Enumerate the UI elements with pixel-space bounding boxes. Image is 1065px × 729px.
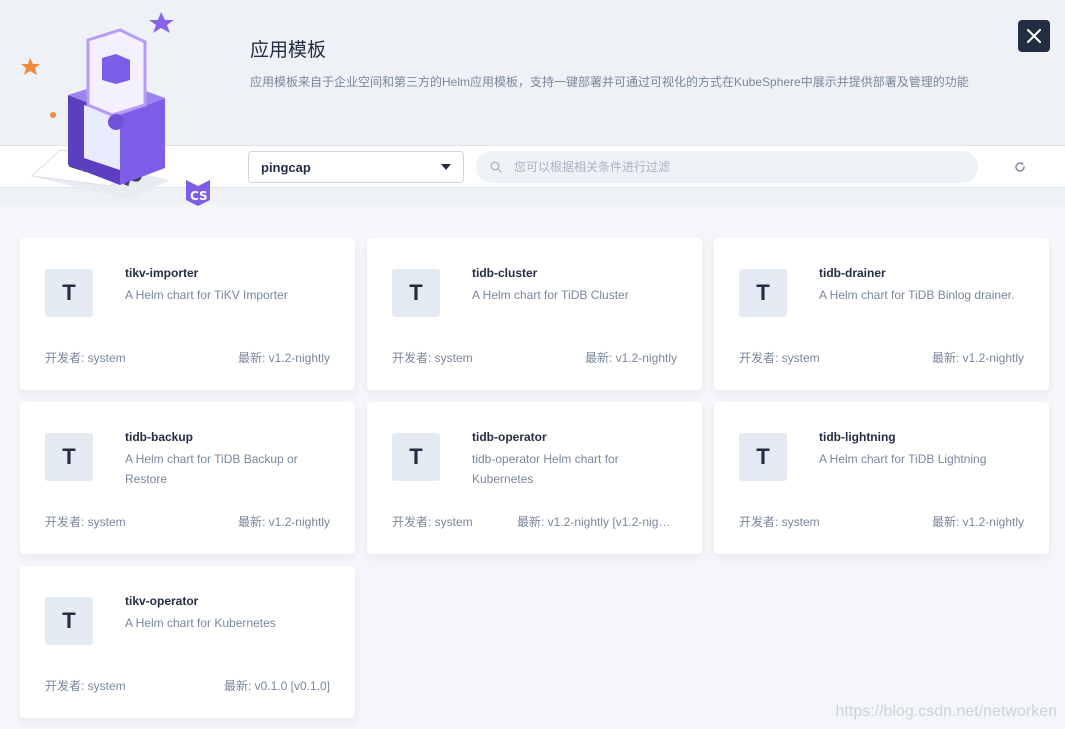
template-name: tidb-drainer	[819, 266, 886, 280]
refresh-button[interactable]	[1010, 157, 1030, 177]
template-latest-version: 最新: v0.1.0 [v0.1.0]	[223, 679, 330, 693]
svg-text:CS: CS	[190, 189, 208, 203]
template-latest-version: 最新: v1.2-nightly [v1.2-nightly]	[517, 515, 677, 529]
refresh-icon	[1015, 162, 1025, 172]
template-icon: T	[739, 433, 787, 481]
page-title: 应用模板	[250, 40, 327, 61]
template-developer: 开发者: system	[45, 351, 126, 365]
search-icon	[490, 161, 502, 173]
watermark: https://blog.csdn.net/networken	[835, 703, 1057, 720]
template-card-tidb-lightning[interactable]: T tidb-lightning A Helm chart for TiDB L…	[714, 402, 1049, 554]
caret-down-icon	[441, 164, 451, 170]
search-input[interactable]	[514, 160, 954, 174]
template-developer: 开发者: system	[739, 515, 820, 529]
template-developer: 开发者: system	[392, 515, 473, 529]
template-card-tidb-operator[interactable]: T tidb-operator tidb-operator Helm chart…	[367, 402, 702, 554]
template-description: A Helm chart for TiDB Backup or Restore	[125, 452, 298, 486]
template-developer: 开发者: system	[392, 351, 473, 365]
template-name: tidb-cluster	[472, 266, 538, 280]
page-header: LAMP CS 应用模板 应用模板来自于企业空间和第三方的Helm应用模板，支持…	[0, 0, 1065, 206]
template-description: A Helm chart for TiDB Cluster	[472, 288, 629, 302]
template-name: tikv-operator	[125, 594, 199, 608]
template-card-tidb-backup[interactable]: T tidb-backup A Helm chart for TiDB Back…	[20, 402, 355, 554]
template-icon: T	[45, 433, 93, 481]
template-icon: T	[45, 269, 93, 317]
repo-select[interactable]: pingcap	[248, 151, 464, 183]
repo-select-value: pingcap	[261, 159, 311, 175]
template-developer: 开发者: system	[45, 679, 126, 693]
template-name: tidb-operator	[472, 430, 547, 444]
template-description: A Helm chart for TiDB Binlog drainer.	[819, 288, 1015, 302]
template-icon: T	[392, 269, 440, 317]
close-icon	[1027, 29, 1041, 43]
template-latest-version: 最新: v1.2-nightly	[931, 515, 1024, 529]
template-latest-version: 最新: v1.2-nightly	[237, 351, 330, 365]
template-description: A Helm chart for TiKV Importer	[125, 288, 288, 302]
template-name: tidb-lightning	[819, 430, 896, 444]
template-icon: T	[45, 597, 93, 645]
template-card-tikv-operator[interactable]: T tikv-operator A Helm chart for Kuberne…	[20, 566, 355, 718]
template-latest-version: 最新: v1.2-nightly	[931, 351, 1024, 365]
template-icon: T	[392, 433, 440, 481]
template-name: tidb-backup	[125, 430, 193, 444]
template-developer: 开发者: system	[45, 515, 126, 529]
template-name: tikv-importer	[125, 266, 199, 280]
template-card-tikv-importer[interactable]: T tikv-importer A Helm chart for TiKV Im…	[20, 238, 355, 390]
template-card-tidb-drainer[interactable]: T tidb-drainer A Helm chart for TiDB Bin…	[714, 238, 1049, 390]
app-template-illustration: LAMP CS	[21, 12, 210, 206]
template-latest-version: 最新: v1.2-nightly	[237, 515, 330, 529]
template-description: A Helm chart for TiDB Lightning	[819, 452, 987, 466]
template-latest-version: 最新: v1.2-nightly	[584, 351, 677, 365]
page-description: 应用模板来自于企业空间和第三方的Helm应用模板，支持一键部署并可通过可视化的方…	[250, 75, 969, 89]
template-developer: 开发者: system	[739, 351, 820, 365]
template-description: tidb-operator Helm chart for Kubernetes	[472, 452, 619, 486]
template-card-tidb-cluster[interactable]: T tidb-cluster A Helm chart for TiDB Clu…	[367, 238, 702, 390]
close-button[interactable]	[1018, 20, 1050, 52]
search-box	[476, 151, 978, 183]
template-icon: T	[739, 269, 787, 317]
template-description: A Helm chart for Kubernetes	[125, 616, 276, 630]
